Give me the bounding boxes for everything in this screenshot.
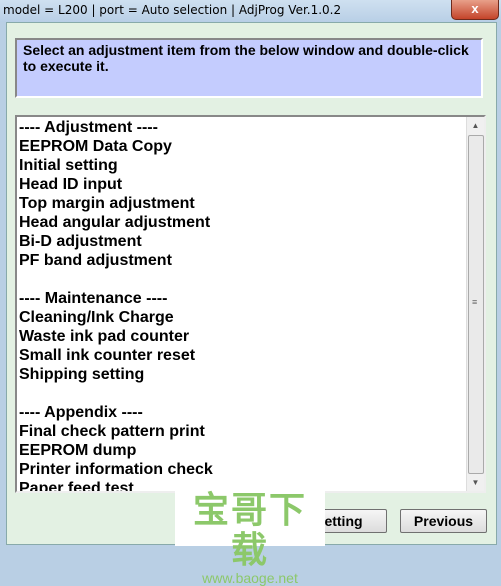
list-item[interactable]: ---- Adjustment ---- bbox=[17, 118, 213, 137]
list-item[interactable]: Final check pattern print bbox=[17, 422, 213, 441]
list-item[interactable]: Initial setting bbox=[17, 156, 213, 175]
list-item[interactable]: Shipping setting bbox=[17, 365, 213, 384]
list-item[interactable]: Head ID input bbox=[17, 175, 213, 194]
list-item[interactable]: Top margin adjustment bbox=[17, 194, 213, 213]
watermark-chinese: 宝哥下载 bbox=[192, 490, 307, 571]
list-item[interactable]: Head angular adjustment bbox=[17, 213, 213, 232]
list-item[interactable]: ---- Appendix ---- bbox=[17, 403, 213, 422]
scroll-thumb[interactable]: ≡ bbox=[468, 135, 484, 474]
list-item[interactable]: Bi-D adjustment bbox=[17, 232, 213, 251]
title-bar: model = L200 | port = Auto selection | A… bbox=[0, 0, 501, 22]
list-item[interactable]: PF band adjustment bbox=[17, 251, 213, 270]
list-item[interactable]: Printer information check bbox=[17, 460, 213, 479]
watermark-logo: 宝哥下载 www.baoge.net bbox=[175, 491, 325, 585]
list-items: ---- Adjustment ---- EEPROM Data Copy Init… bbox=[17, 118, 213, 491]
list-item[interactable]: Waste ink pad counter bbox=[17, 327, 213, 346]
grip-icon: ≡ bbox=[472, 297, 478, 307]
window-title: model = L200 | port = Auto selection | A… bbox=[3, 3, 342, 17]
watermark-url: www.baoge.net bbox=[202, 570, 298, 586]
scroll-up-icon[interactable]: ▲ bbox=[467, 117, 484, 134]
list-item[interactable] bbox=[17, 270, 213, 289]
list-item[interactable] bbox=[17, 384, 213, 403]
scroll-down-icon[interactable]: ▼ bbox=[467, 474, 484, 491]
list-item[interactable]: Small ink counter reset bbox=[17, 346, 213, 365]
instruction-text: Select an adjustment item from the below… bbox=[15, 38, 483, 98]
list-item[interactable]: EEPROM Data Copy bbox=[17, 137, 213, 156]
list-item[interactable]: ---- Maintenance ---- bbox=[17, 289, 213, 308]
close-button[interactable]: x bbox=[451, 0, 499, 20]
list-item[interactable]: Cleaning/Ink Charge bbox=[17, 308, 213, 327]
list-item[interactable]: EEPROM dump bbox=[17, 441, 213, 460]
adjustment-list[interactable]: ---- Adjustment ---- EEPROM Data Copy Init… bbox=[15, 115, 486, 493]
vertical-scrollbar[interactable]: ▲ ≡ ▼ bbox=[466, 117, 484, 491]
previous-button[interactable]: Previous bbox=[400, 509, 487, 533]
